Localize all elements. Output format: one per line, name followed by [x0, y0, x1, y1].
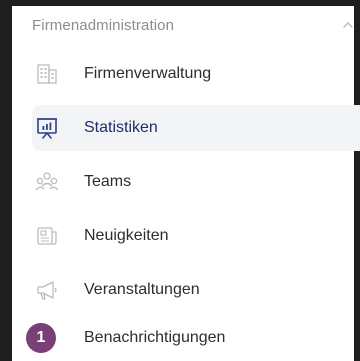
chevron-up-icon[interactable]	[342, 19, 354, 31]
building-icon	[34, 61, 60, 87]
section-title: Firmenadministration	[32, 16, 175, 34]
sidebar-item-label: Neuigkeiten	[84, 227, 169, 244]
sidebar-item-label: Statistiken	[84, 119, 158, 136]
sidebar-item-benachrichtigungen[interactable]: 1 Benachrichtigungen	[26, 315, 360, 361]
app-frame: Firmenadministration Firmenverwaltung St…	[0, 0, 360, 361]
sidebar-item-neuigkeiten[interactable]: Neuigkeiten	[32, 213, 360, 259]
statistics-board-icon	[34, 115, 60, 141]
section-header[interactable]: Firmenadministration	[32, 10, 360, 40]
news-icon	[34, 223, 60, 249]
megaphone-icon	[34, 277, 60, 303]
sidebar-item-label: Benachrichtigungen	[84, 329, 226, 346]
sidebar-item-label: Firmenverwaltung	[84, 65, 212, 82]
window-border-left	[0, 0, 12, 361]
sidebar-item-firmenverwaltung[interactable]: Firmenverwaltung	[32, 51, 360, 97]
sidebar-item-statistiken[interactable]: Statistiken	[32, 105, 360, 151]
sidebar-item-veranstaltungen[interactable]: Veranstaltungen	[32, 267, 360, 313]
sidebar-item-teams[interactable]: Teams	[32, 159, 360, 205]
sidebar-panel: Firmenadministration Firmenverwaltung St…	[14, 6, 360, 361]
notification-badge: 1	[26, 323, 56, 353]
sidebar-item-label: Teams	[84, 173, 132, 190]
sidebar-item-label: Veranstaltungen	[84, 281, 200, 298]
team-icon	[34, 169, 60, 195]
